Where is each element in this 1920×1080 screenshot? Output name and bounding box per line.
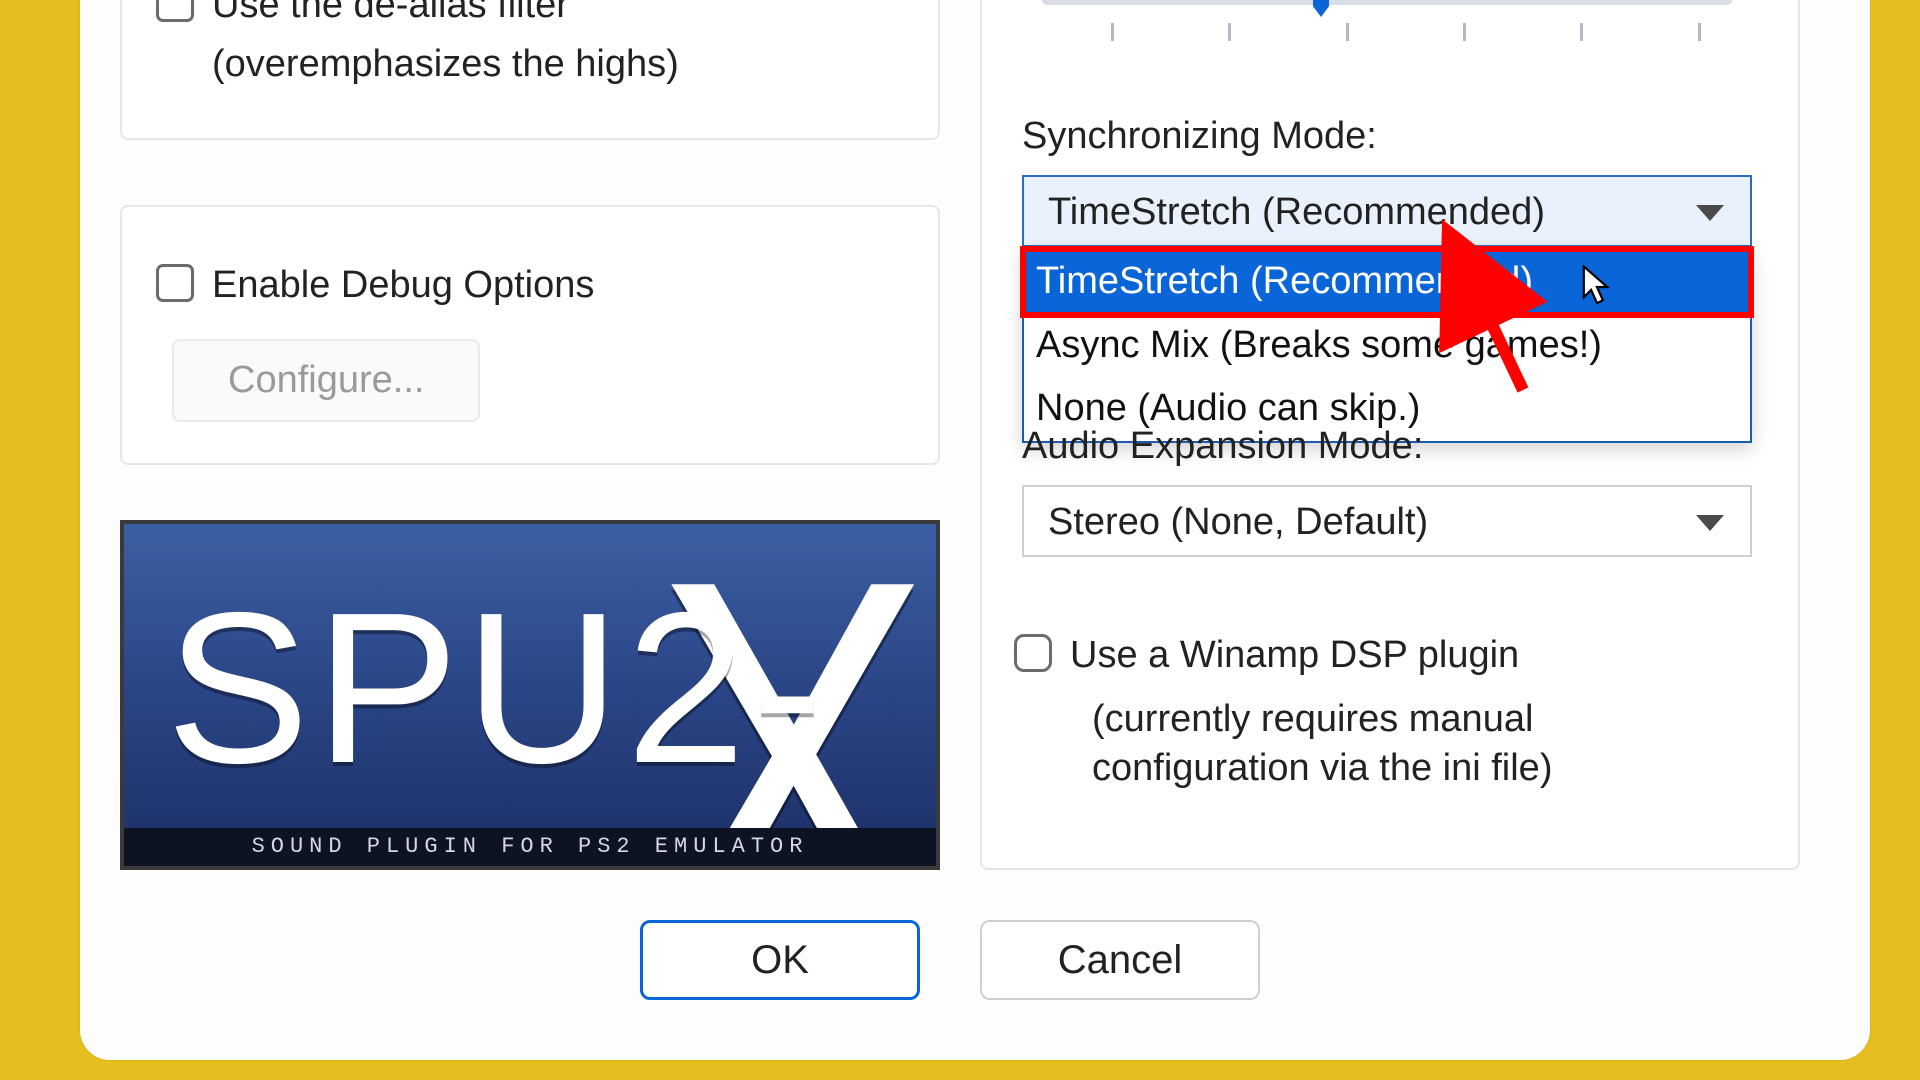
configure-button[interactable]: Configure... [172, 339, 480, 422]
chevron-down-icon [1696, 515, 1724, 531]
sync-option-asyncmix[interactable]: Async Mix (Breaks some games!) [1024, 314, 1750, 378]
audio-expansion-value: Stereo (None, Default) [1048, 501, 1428, 543]
debug-checkbox[interactable] [156, 264, 194, 302]
dealias-sublabel: (overemphasizes the highs) [122, 43, 938, 86]
ok-button[interactable]: OK [640, 920, 920, 1000]
audio-expansion-label: Audio Expansion Mode: [1022, 425, 1423, 468]
audio-expansion-combo[interactable]: Stereo (None, Default) [1022, 485, 1752, 557]
sync-mode-value: TimeStretch (Recommended) [1048, 191, 1545, 233]
sync-mode-label: Synchronizing Mode: [1022, 115, 1377, 158]
latency-slider[interactable] [1042, 0, 1732, 5]
debug-panel: Enable Debug Options Configure... [120, 205, 940, 465]
cancel-button[interactable]: Cancel [980, 920, 1260, 1000]
sync-mode-combo[interactable]: TimeStretch (Recommended) [1022, 175, 1752, 247]
logo-subtitle: SOUND PLUGIN FOR PS2 EMULATOR [124, 828, 936, 866]
dialog-buttons: OK Cancel [640, 920, 1260, 1000]
dealias-checkbox[interactable] [156, 0, 194, 22]
spu2x-settings-dialog: Use the de-alias filter (overemphasizes … [80, 0, 1870, 1060]
slider-thumb[interactable] [1313, 0, 1329, 17]
winamp-checkbox[interactable] [1014, 634, 1052, 672]
sync-option-timestretch[interactable]: TimeStretch (Recommended) [1024, 250, 1750, 314]
sync-mode-dropdown[interactable]: TimeStretch (Recommended) Async Mix (Bre… [1022, 248, 1752, 443]
dealias-label: Use the de-alias filter [212, 0, 569, 31]
chevron-down-icon [1696, 205, 1724, 221]
debug-label: Enable Debug Options [212, 260, 594, 311]
winamp-sublabel: (currently requires manual configuration… [1092, 695, 1732, 794]
settings-panel: Synchronizing Mode: TimeStretch (Recomme… [980, 0, 1800, 870]
spu2x-logo: X SPU2- SOUND PLUGIN FOR PS2 EMULATOR [120, 520, 940, 870]
logo-main: SPU2- [166, 564, 829, 812]
dealias-panel: Use the de-alias filter (overemphasizes … [120, 0, 940, 140]
winamp-label: Use a Winamp DSP plugin [1070, 630, 1519, 681]
